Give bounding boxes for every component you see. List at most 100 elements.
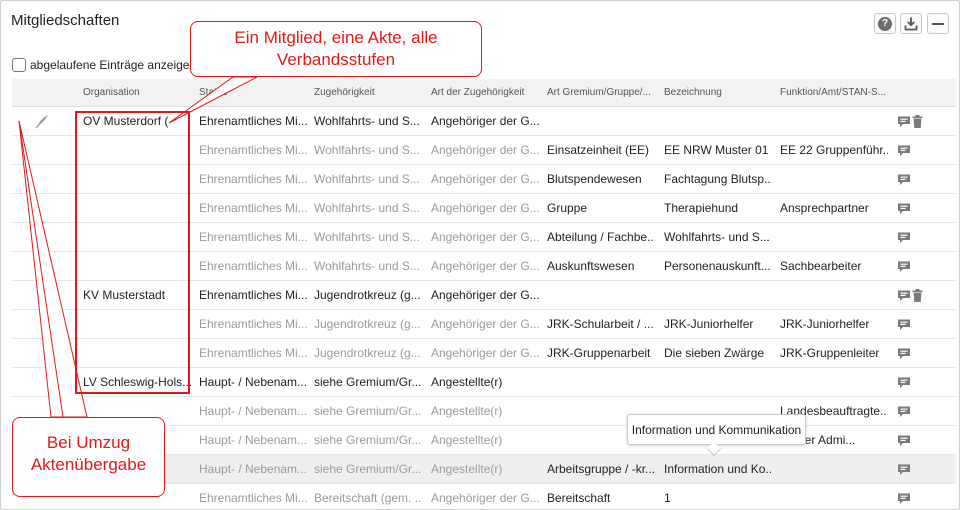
comment-button[interactable] [897, 405, 911, 418]
row-actions [897, 165, 937, 193]
comment-button[interactable] [897, 492, 911, 505]
row-edit-cell [12, 281, 72, 309]
row-actions [897, 281, 937, 309]
comment-button[interactable] [897, 173, 911, 186]
row-actions [897, 194, 937, 222]
comment-icon [898, 116, 910, 127]
cell-art-gremium: Auskunftswesen [547, 259, 635, 273]
row-actions [897, 310, 937, 338]
comment-button[interactable] [897, 231, 911, 244]
comment-button[interactable] [897, 260, 911, 273]
cell-bezeichnung [664, 107, 772, 135]
comment-icon [898, 493, 910, 504]
row-actions [897, 426, 937, 454]
cell-art-zugehoerigkeit: Angehöriger der G... [431, 346, 539, 360]
column-header-funktion[interactable]: Funktion/Amt/STAN-S... [780, 79, 888, 106]
cell-art-zugehoerigkeit: Angehöriger der G... [431, 491, 539, 505]
cell-bezeichnung: 1 [664, 491, 671, 505]
row-actions [897, 484, 937, 510]
cell-bezeichnung: Die sieben Zwärge [664, 346, 765, 360]
column-header-zugehoerigkeit[interactable]: Zugehörigkeit [314, 79, 422, 106]
callout-line: Aktenübergabe [30, 455, 147, 474]
help-button[interactable]: ? [874, 13, 896, 34]
row-actions [897, 136, 937, 164]
cell-art-gremium: Einsatzeinheit (EE) [547, 143, 650, 157]
cell-art-gremium: Arbeitsgruppe / -kr... [547, 462, 655, 476]
cell-zugehoerigkeit: Wohlfahrts- und S... [314, 114, 420, 128]
column-header-organisation[interactable]: Organisation [83, 79, 191, 106]
cell-funktion [780, 281, 888, 309]
delete-button[interactable] [912, 114, 923, 128]
question-circle-icon: ? [878, 16, 892, 31]
cell-art-zugehoerigkeit: Angestellte(r) [431, 404, 503, 418]
cell-bezeichnung [664, 281, 772, 309]
minimize-button[interactable] [927, 13, 949, 34]
callout-line: Bei Umzug [46, 433, 131, 452]
column-header-art-zugehoerigkeit[interactable]: Art der Zugehörigkeit [431, 79, 539, 106]
cell-status: Haupt- / Nebenam... [199, 462, 307, 476]
delete-button[interactable] [912, 288, 923, 302]
row-edit-cell [12, 223, 72, 251]
cell-status: Ehrenamtliches Mi... [199, 114, 307, 128]
callout-line: Ein Mitglied, eine Akte, alle [234, 28, 438, 47]
comment-button[interactable] [897, 463, 911, 476]
comment-button[interactable] [897, 434, 911, 447]
cell-art-gremium [547, 281, 655, 309]
comment-icon [898, 232, 910, 243]
comment-button[interactable] [897, 347, 911, 360]
cell-art-gremium: JRK-Gruppenarbeit [547, 346, 651, 360]
cell-art-zugehoerigkeit: Angehöriger der G... [431, 230, 539, 244]
row-edit-cell [12, 252, 72, 280]
cell-zugehoerigkeit: Wohlfahrts- und S... [314, 143, 420, 157]
comment-button[interactable] [897, 144, 911, 157]
row-edit-cell [12, 310, 72, 338]
cell-status: Ehrenamtliches Mi... [199, 491, 307, 505]
cell-zugehoerigkeit: siehe Gremium/Gr... [314, 462, 422, 476]
comment-button[interactable] [897, 289, 911, 302]
comment-button[interactable] [897, 115, 911, 128]
column-header-bezeichnung[interactable]: Bezeichnung [664, 79, 772, 106]
comment-button[interactable] [897, 202, 911, 215]
cell-zugehoerigkeit: Wohlfahrts- und S... [314, 172, 420, 186]
cell-status: Ehrenamtliches Mi... [199, 346, 307, 360]
row-actions [897, 368, 937, 396]
cell-zugehoerigkeit: siehe Gremium/Gr... [314, 404, 422, 418]
cell-status: Haupt- / Nebenam... [199, 404, 307, 418]
show-expired-toggle[interactable]: abgelaufene Einträge anzeigen [12, 58, 196, 72]
cell-zugehoerigkeit: Bereitschaft (gem. ... [314, 491, 422, 505]
cell-status: Haupt- / Nebenam... [199, 433, 307, 447]
comment-icon [898, 377, 910, 388]
comment-icon [898, 261, 910, 272]
cell-zugehoerigkeit: Jugendrotkreuz (g... [314, 288, 421, 302]
cell-art-zugehoerigkeit: Angehöriger der G... [431, 259, 539, 273]
row-edit-cell [12, 368, 72, 396]
cell-funktion: EE 22 Gruppenführ... [780, 143, 888, 157]
cell-art-zugehoerigkeit: Angehöriger der G... [431, 172, 539, 186]
cell-bezeichnung: Fachtagung Blutsp... [664, 172, 772, 186]
row-edit-cell[interactable] [12, 107, 72, 135]
file-transfer-callout: Bei Umzug Aktenübergabe [12, 417, 165, 497]
comment-button[interactable] [897, 318, 911, 331]
download-button[interactable] [900, 13, 922, 34]
comment-icon [898, 145, 910, 156]
row-actions [897, 223, 937, 251]
tray-download-icon [904, 16, 918, 30]
comment-icon [898, 464, 910, 475]
comment-button[interactable] [897, 376, 911, 389]
cell-art-zugehoerigkeit: Angestellte(r) [431, 375, 503, 389]
column-header-status[interactable]: Status [199, 79, 307, 106]
column-header-art-gremium[interactable]: Art Gremium/Gruppe/... [547, 79, 655, 106]
cell-art-gremium: Blutspendewesen [547, 172, 642, 186]
comment-icon [898, 290, 910, 301]
row-actions [897, 339, 937, 367]
row-actions [897, 252, 937, 280]
panel-title: Mitgliedschaften [11, 12, 120, 29]
cell-funktion [780, 165, 888, 193]
row-actions [897, 397, 937, 425]
cell-funktion [780, 368, 888, 396]
show-expired-checkbox[interactable] [12, 58, 26, 72]
cell-art-gremium: Abteilung / Fachbe... [547, 230, 655, 244]
cell-bezeichnung: JRK-Juniorhelfer [664, 317, 754, 331]
cell-status: Ehrenamtliches Mi... [199, 143, 307, 157]
cell-bezeichnung: Therapiehund [664, 201, 739, 215]
